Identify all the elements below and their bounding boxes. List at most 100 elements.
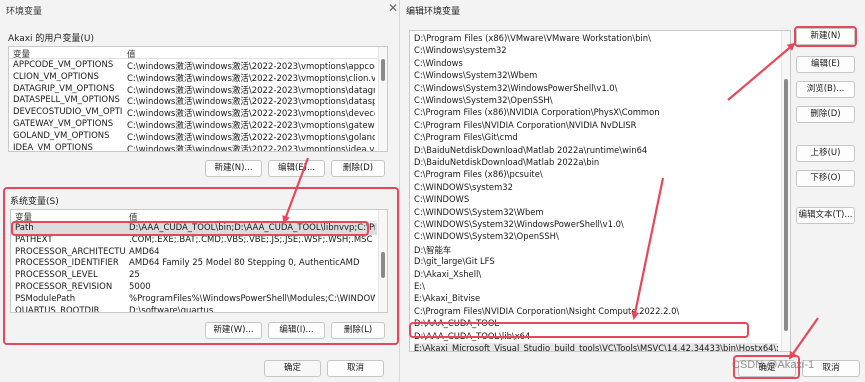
path-entry[interactable]: C:\Windows\System32\WindowsPowerShell\v1… [414, 83, 778, 95]
variable-name: PROCESSOR_IDENTIFIER [15, 258, 119, 269]
edit-text-button[interactable]: 编辑文本(T)... [796, 207, 855, 224]
env-cancel-button[interactable]: 取消 [327, 360, 384, 377]
variable-name: GATEWAY_VM_OPTIONS [13, 119, 114, 129]
path-entry[interactable]: C:\WINDOWS [414, 194, 778, 206]
edit-entry-button[interactable]: 编辑(E) [796, 56, 855, 73]
user-new-button[interactable]: 新建(N)... [205, 160, 262, 177]
environment-variables-dialog: 环境变量 ✕ Akaxi 的用户变量(U) 变量 值 APPCODE_VM_OP… [0, 0, 403, 382]
variable-name: PROCESSOR_LEVEL [15, 270, 98, 281]
path-entry[interactable]: C:\Program Files (x86)\NVIDIA Corporatio… [414, 107, 778, 119]
variable-name: GOLAND_VM_OPTIONS [13, 130, 110, 141]
system-edit-button[interactable]: 编辑(I)... [268, 322, 325, 339]
user-list-scrollbar[interactable] [378, 47, 387, 151]
path-entry[interactable]: C:\Windows\System32\Wbem [414, 70, 778, 82]
edit-environment-variable-dialog: 编辑环境变量 D:\Program Files (x86)\VMware\VMw… [399, 0, 865, 382]
path-entry[interactable]: D:\智能车 [414, 244, 778, 256]
path-entry[interactable]: D:\git_large\Git LFS [414, 256, 778, 268]
path-entry[interactable]: D:\BaiduNetdiskDownload\Matlab 2022a\run… [414, 145, 778, 157]
path-entry[interactable]: E:\Akaxi_Microsoft_Visual_Studio_build_t… [414, 343, 778, 351]
path-entry[interactable]: C:\WINDOWS\system32 [414, 182, 778, 194]
variable-value: 25 [129, 270, 140, 281]
variable-value: C:\windows激活\windows激活\2022-2023\vmoptio… [127, 73, 375, 84]
table-row[interactable]: PATHEXT .COM;.EXE;.BAT;.CMD;.VBS;.VBE;.JS… [11, 235, 377, 247]
path-entry[interactable]: C:\Program Files\NVIDIA Corporation\NVID… [414, 120, 778, 132]
table-row[interactable]: Path D:\AAA_CUDA_TOOL\bin;D:\AAA_CUDA_TOO… [11, 223, 377, 235]
env-ok-button[interactable]: 确定 [264, 360, 321, 377]
column-header-variable[interactable]: 变量 [15, 211, 32, 223]
path-entry[interactable]: C:\Program Files (x86)\pcsuite\ [414, 169, 778, 181]
path-list-scrollbar[interactable] [781, 31, 790, 351]
path-entry[interactable]: C:\WINDOWS\System32\OpenSSH\ [414, 231, 778, 243]
path-entry[interactable]: C:\Windows\System32\OpenSSH\ [414, 95, 778, 107]
path-entry[interactable]: D:\BaiduNetdiskDownload\Matlab 2022a\bin [414, 157, 778, 169]
variable-name: PROCESSOR_REVISION [15, 282, 113, 292]
path-entry[interactable]: C:\Windows [414, 58, 778, 70]
path-entry[interactable]: C:\WINDOWS\System32\Wbem [414, 207, 778, 219]
variable-name: DATASPELL_VM_OPTIONS [13, 95, 120, 106]
env-dialog-titlebar: 环境变量 ✕ [0, 0, 403, 20]
watermark: CSDN @Akaxi-1 [732, 359, 815, 371]
system-list-scrollbar[interactable] [378, 210, 387, 312]
table-row[interactable]: PROCESSOR_ARCHITECTURE AMD64 [11, 247, 377, 259]
table-row[interactable]: GOLAND_VM_OPTIONS C:\windows激活\windows激活\… [9, 131, 377, 143]
table-row[interactable]: QUARTUS_ROOTDIR D:\software\quartus [11, 305, 377, 313]
table-row[interactable]: PSModulePath %ProgramFiles%\WindowsPowerS… [11, 294, 377, 306]
path-entry[interactable]: C:\Program Files\NVIDIA Corporation\Nsig… [414, 306, 778, 318]
move-down-button[interactable]: 下移(O) [796, 170, 855, 187]
table-row[interactable]: IDEA_VM_OPTIONS C:\windows激活\windows激活\20… [9, 142, 377, 152]
variable-name: CLION_VM_OPTIONS [13, 71, 99, 82]
path-entry[interactable]: D:\Program Files (x86)\VMware\VMware Wor… [414, 33, 778, 45]
variable-value: C:\windows激活\windows激活\2022-2023\vmoptio… [127, 97, 375, 108]
table-row[interactable]: DEVECOSTUDIO_VM_OPTIO... C:\windows激活\win… [9, 107, 377, 119]
path-entry[interactable]: D:\Akaxi_Xshell\ [414, 269, 778, 281]
path-entry[interactable]: E:\Akaxi_Bitvise [414, 293, 778, 305]
variable-value: C:\windows激活\windows激活\2022-2023\vmoptio… [127, 144, 375, 152]
path-entry[interactable]: C:\WINDOWS\System32\WindowsPowerShell\v1… [414, 219, 778, 231]
variable-value: D:\software\quartus [129, 305, 214, 313]
path-entry[interactable]: C:\Windows\system32 [414, 45, 778, 57]
move-up-button[interactable]: 上移(U) [796, 145, 855, 162]
column-header-value[interactable]: 值 [127, 48, 136, 60]
variable-value: AMD64 Family 25 Model 80 Stepping 0, Aut… [129, 258, 360, 269]
close-icon[interactable]: ✕ [388, 1, 398, 15]
scrollbar-thumb[interactable] [784, 79, 788, 331]
column-header-value[interactable]: 值 [129, 211, 138, 223]
variable-name: APPCODE_VM_OPTIONS [13, 60, 114, 70]
table-row[interactable]: PROCESSOR_IDENTIFIER AMD64 Family 25 Mode… [11, 258, 377, 270]
table-row[interactable]: DATASPELL_VM_OPTIONS C:\windows激活\windows… [9, 95, 377, 107]
path-entry[interactable]: D:\AAA_CUDA_TOOL\lib\x64 [414, 331, 778, 343]
scrollbar-thumb[interactable] [381, 59, 385, 81]
table-row[interactable]: CLION_VM_OPTIONS C:\windows激活\windows激活\2… [9, 72, 377, 84]
table-row[interactable]: GATEWAY_VM_OPTIONS C:\windows激活\windows激活… [9, 119, 377, 131]
variable-value: C:\windows激活\windows激活\2022-2023\vmoptio… [127, 62, 375, 72]
system-delete-button[interactable]: 删除(L) [331, 322, 385, 339]
delete-entry-button[interactable]: 删除(D) [796, 106, 855, 123]
path-entries-list[interactable]: D:\Program Files (x86)\VMware\VMware Wor… [409, 30, 791, 352]
table-row[interactable]: DATAGRIP_VM_OPTIONS C:\windows激活\windows激… [9, 84, 377, 96]
variable-value: C:\windows激活\windows激活\2022-2023\vmoptio… [127, 109, 375, 119]
system-variables-list[interactable]: 变量 值 Path D:\AAA_CUDA_TOOL\bin;D:\AAA_CUD… [10, 209, 388, 313]
user-variables-list[interactable]: 变量 值 APPCODE_VM_OPTIONS C:\windows激活\wind… [8, 46, 388, 152]
path-entry[interactable]: C:\Program Files\Git\cmd [414, 132, 778, 144]
system-new-button[interactable]: 新建(W)... [205, 322, 262, 339]
variable-value: 5000 [129, 282, 151, 292]
variable-value: C:\windows激活\windows激活\2022-2023\vmoptio… [127, 132, 375, 143]
variable-name: DEVECOSTUDIO_VM_OPTIO... [13, 107, 123, 118]
table-row[interactable]: APPCODE_VM_OPTIONS C:\windows激活\windows激活… [9, 60, 377, 72]
variable-value: D:\AAA_CUDA_TOOL\bin;D:\AAA_CUDA_TOOL\li… [129, 223, 375, 233]
user-edit-button[interactable]: 编辑(E)... [268, 160, 325, 177]
path-entry[interactable]: D:\AAA_CUDA_TOOL [414, 318, 778, 330]
table-row[interactable]: PROCESSOR_LEVEL 25 [11, 270, 377, 282]
variable-name: DATAGRIP_VM_OPTIONS [13, 83, 115, 94]
column-header-variable[interactable]: 变量 [13, 48, 30, 60]
variable-name: IDEA_VM_OPTIONS [13, 142, 93, 152]
variable-value: %ProgramFiles%\WindowsPowerShell\Modules… [129, 293, 375, 304]
browse-button[interactable]: 浏览(B)... [796, 81, 855, 98]
table-row[interactable]: PROCESSOR_REVISION 5000 [11, 282, 377, 294]
path-entry[interactable]: E:\ [414, 281, 778, 293]
variable-value: AMD64 [129, 246, 160, 257]
variable-name: PATHEXT [15, 234, 53, 245]
new-entry-button[interactable]: 新建(N) [796, 28, 855, 45]
user-delete-button[interactable]: 删除(D) [331, 160, 385, 177]
scrollbar-thumb[interactable] [381, 252, 385, 278]
